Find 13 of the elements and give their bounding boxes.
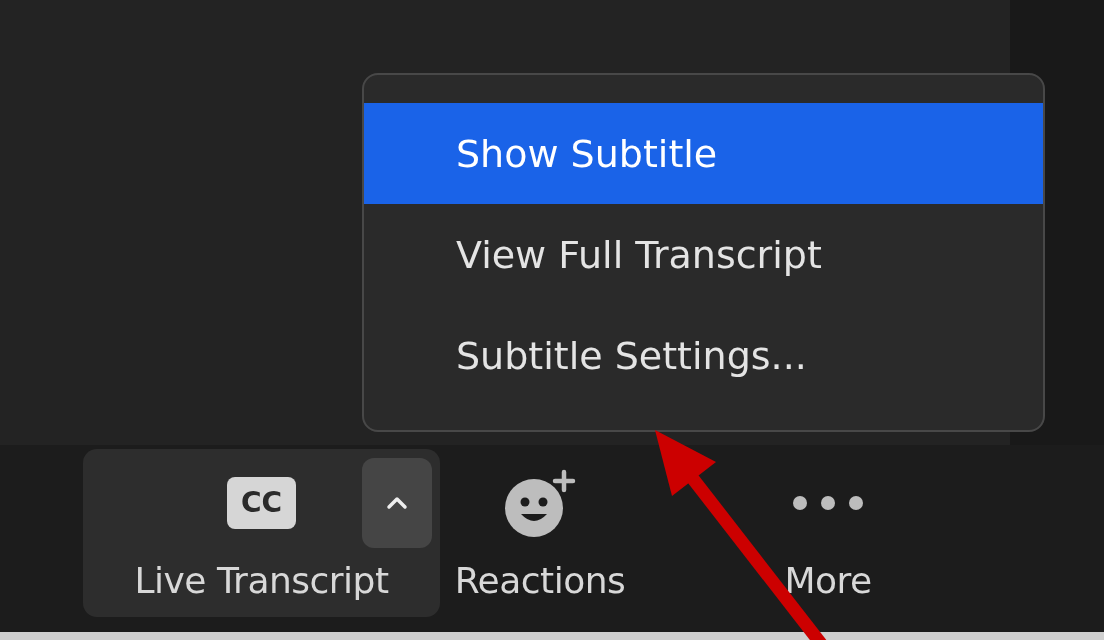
cc-badge: CC: [226, 476, 297, 529]
button-label: Reactions: [454, 559, 626, 601]
menu-item[interactable]: View Full Transcript: [364, 204, 1043, 305]
caret-button[interactable]: [362, 457, 432, 548]
toolbar-button[interactable]: CC Live Transcript: [83, 448, 440, 617]
menu-item[interactable]: Show Subtitle: [364, 103, 1043, 204]
button-label: Live Transcript: [134, 559, 389, 601]
menu-item[interactable]: Subtitle Settings...: [364, 305, 1043, 406]
caret-icon: [385, 494, 409, 511]
button-label: More: [784, 559, 872, 601]
toolbar-button[interactable]: More: [758, 448, 898, 617]
toolbar-button[interactable]: Reactions: [450, 448, 630, 617]
smiley-icon: [502, 467, 578, 538]
